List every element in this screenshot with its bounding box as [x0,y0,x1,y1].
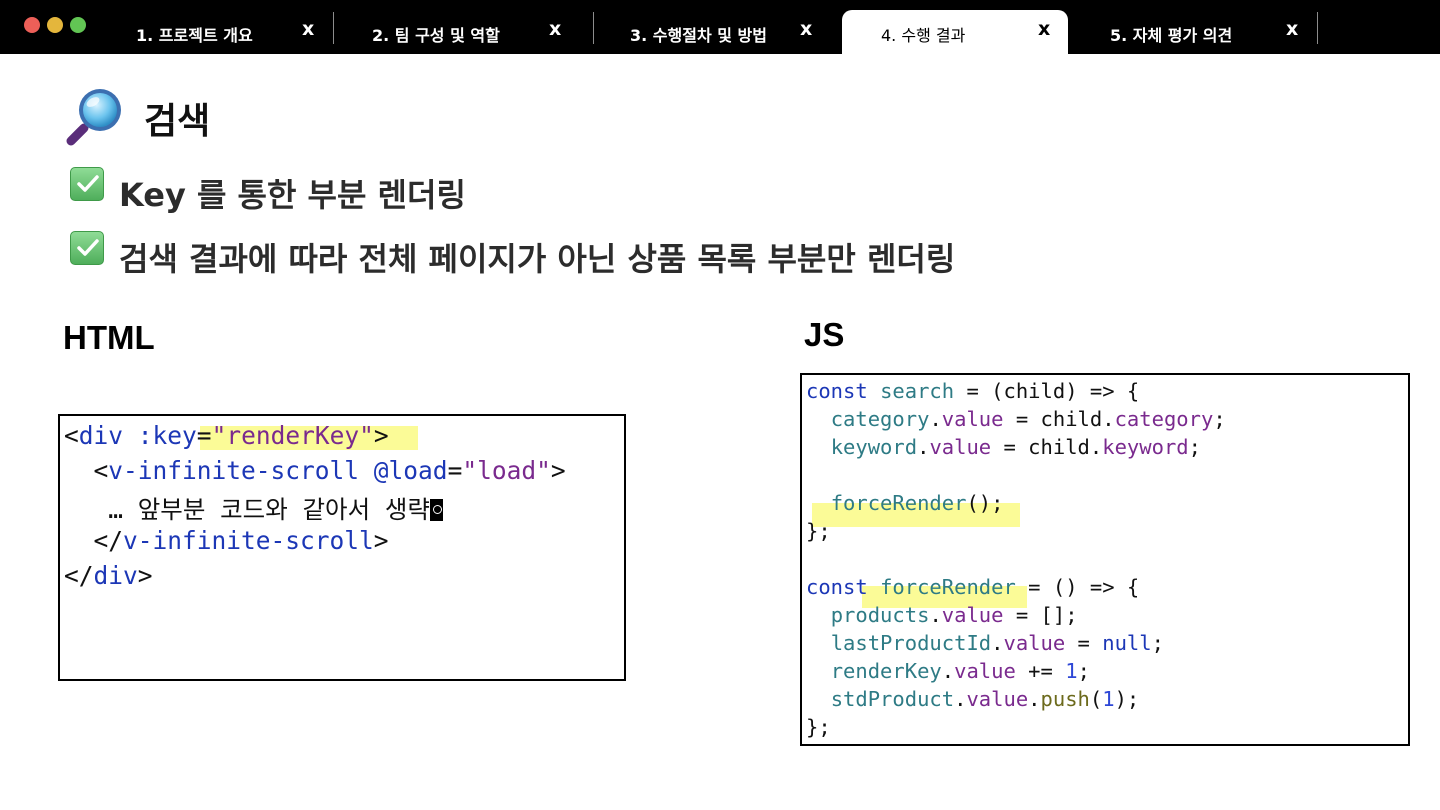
tab-procedure-method[interactable]: 3. 수행절차 및 방법 x [594,10,842,54]
tab-team-roles[interactable]: 2. 팀 구성 및 역할 x [334,10,594,54]
code-line: <v-infinite-scroll @load="load"> [93,456,566,485]
magnifying-glass-icon [66,89,121,146]
tab-label: 1. 프로젝트 개요 [136,26,253,45]
window-close-button[interactable] [24,17,40,33]
tab-label: 3. 수행절차 및 방법 [630,26,767,45]
js-code-block: const search = (child) => { category.val… [800,373,1410,746]
code-line: lastProductId.value = null; [830,631,1164,655]
code-line: }; [806,715,831,739]
html-section-label: HTML [63,319,155,356]
tab-close-icon[interactable]: x [800,18,812,40]
window-zoom-button[interactable] [70,17,86,33]
code-line: </v-infinite-scroll> [93,526,389,555]
html-code-block: <div :key="renderKey"> <v-infinite-scrol… [58,414,626,681]
tab-label: 5. 자체 평가 의견 [1110,26,1233,45]
tab-results[interactable]: 4. 수행 결과 x [842,10,1068,54]
checkbox-icon [70,167,104,201]
code-line: }; [806,519,831,543]
tab-label: 2. 팀 구성 및 역할 [372,26,500,45]
tab-close-icon[interactable]: x [302,18,314,40]
code-line: const search = (child) => { [806,379,1140,403]
code-line: <div :key="renderKey"> [64,421,389,450]
page-title: 검색 [144,101,211,142]
code-line: const forceRender = () => { [806,575,1140,599]
tab-close-icon[interactable]: x [549,18,561,40]
bullet-key-rendering: Key 를 통한 부분 렌더링 [119,176,466,214]
tab-close-icon[interactable]: x [1038,18,1050,40]
code-line: renderKey.value += 1; [830,659,1090,683]
code-line: … 앞부분 코드와 같아서 생략 [64,491,443,526]
tab-project-overview[interactable]: 1. 프로젝트 개요 x [96,10,334,54]
tab-separator [1317,12,1318,44]
code-line: </div> [64,561,153,590]
checkbox-icon [70,231,104,265]
code-line: category.value = child.category; [830,407,1226,431]
tab-close-icon[interactable]: x [1286,18,1298,40]
js-section-label: JS [804,316,845,353]
text-cursor-icon [429,499,443,521]
code-line: stdProduct.value.push(1); [830,687,1140,711]
code-line: keyword.value = child.keyword; [830,435,1201,459]
code-line: products.value = []; [830,603,1078,627]
bullet-partial-rendering: 검색 결과에 따라 전체 페이지가 아닌 상품 목록 부분만 렌더링 [119,240,956,278]
tab-label: 4. 수행 결과 [881,26,966,45]
title-bar: 1. 프로젝트 개요 x 2. 팀 구성 및 역할 x 3. 수행절차 및 방법… [0,0,1440,54]
window-minimize-button[interactable] [47,17,63,33]
code-line: forceRender(); [830,491,1004,515]
tab-self-evaluation[interactable]: 5. 자체 평가 의견 x [1068,10,1318,54]
